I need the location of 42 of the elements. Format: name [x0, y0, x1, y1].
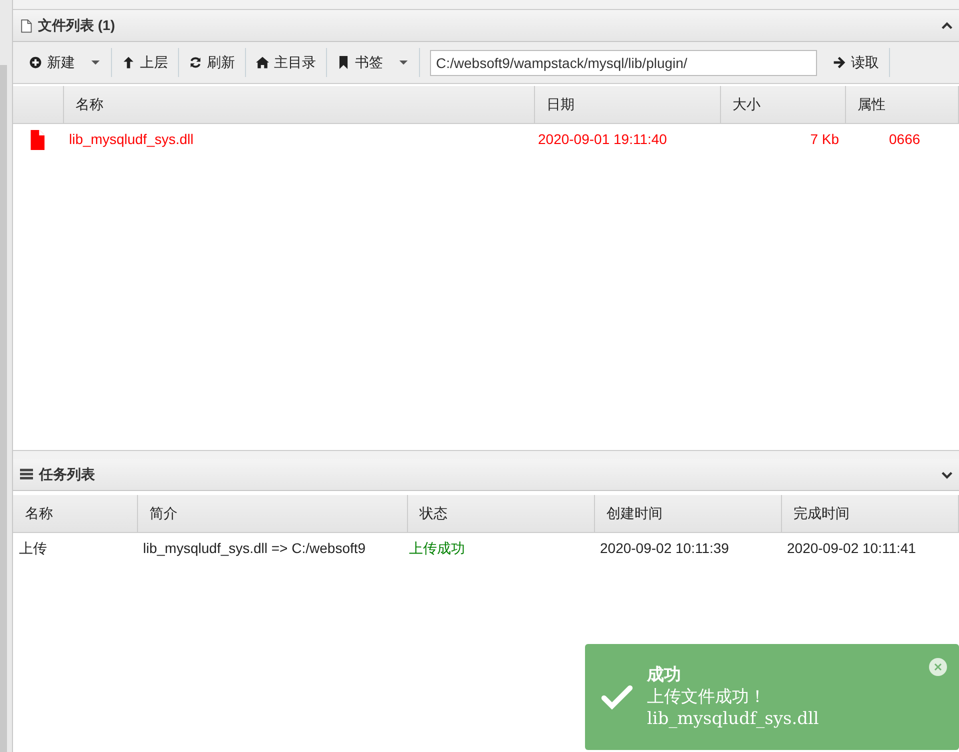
column-header[interactable]: 简介 [137, 495, 407, 532]
file-name[interactable]: lib_mysqludf_sys.dll [63, 123, 534, 156]
panel-title: 任务列表 [39, 465, 95, 484]
finished-time: 2020-09-02 10:11:41 [781, 532, 958, 565]
column-header[interactable]: 状态 [407, 495, 594, 532]
read-button[interactable]: 读取 [823, 48, 890, 77]
size-cell: 7 Kb [720, 123, 845, 156]
plus-circle-icon [29, 56, 42, 69]
date-cell: 2020-09-01 19:11:40 [534, 123, 720, 156]
task-summary: lib_mysqludf_sys.dll => C:/websoft9 [137, 532, 407, 565]
column-header[interactable]: 名称 [63, 86, 534, 123]
column-header[interactable]: 完成时间 [781, 495, 958, 532]
home-icon [256, 56, 269, 69]
panel-title: 文件列表 (1) [38, 16, 115, 35]
column-header[interactable]: 名称 [13, 495, 137, 532]
document-icon [19, 18, 33, 34]
scrollbar-thumb[interactable] [0, 65, 7, 752]
column-header[interactable]: 日期 [534, 86, 720, 123]
task-name: 上传 [13, 532, 137, 565]
column-header[interactable]: 属性 [845, 86, 958, 123]
path-field[interactable]: C:/websoft9/wampstack/mysql/lib/plugin/ [430, 50, 817, 76]
toolbar-button[interactable]: 上层 [112, 48, 179, 77]
toast-title: 成功 [647, 664, 682, 686]
toast-filename: lib_mysqludf_sys.dll [647, 708, 819, 730]
column-header[interactable]: 大小 [720, 86, 845, 123]
dropdown-button[interactable]: 书签 [327, 48, 420, 77]
refresh-icon [189, 56, 202, 69]
up-arrow-icon [122, 56, 135, 69]
permissions-cell: 0666 [845, 123, 958, 156]
right-arrow-icon [833, 56, 846, 69]
toast-message: 上传文件成功！ [647, 686, 767, 708]
list-icon [19, 468, 34, 481]
column-header[interactable]: 创建时间 [594, 495, 781, 532]
close-icon [934, 663, 942, 671]
close-button[interactable] [929, 658, 947, 676]
bookmark-icon [337, 56, 350, 69]
collapse-icon[interactable] [941, 20, 953, 32]
dropdown-button[interactable]: 新建 [19, 48, 112, 77]
created-time: 2020-09-02 10:11:39 [594, 532, 781, 565]
toolbar-button[interactable]: 主目录 [246, 48, 327, 77]
task-status: 上传成功 [407, 532, 594, 565]
toolbar-button[interactable]: 刷新 [179, 48, 246, 77]
